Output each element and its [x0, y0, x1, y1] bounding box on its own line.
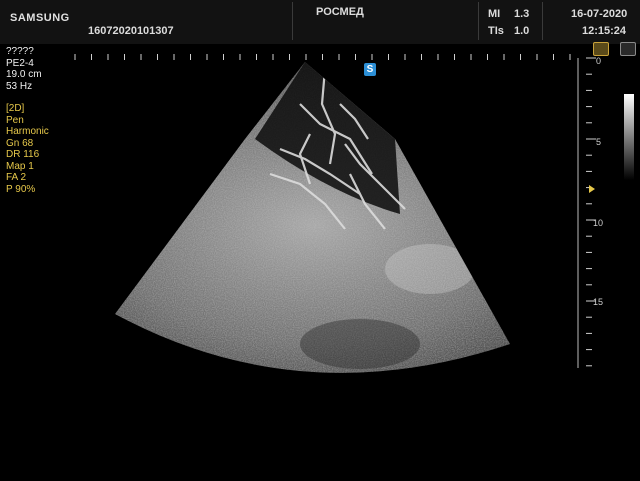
- header-divider: [542, 2, 543, 40]
- mi-value: 1.3: [514, 8, 530, 20]
- institution-name: РОСМЕД: [316, 6, 364, 18]
- orientation-marker: S: [364, 63, 376, 76]
- focus-marker: [589, 185, 595, 193]
- depth-label-15: 15: [593, 297, 603, 307]
- exam-date: 16-07-2020: [571, 8, 628, 20]
- header-divider: [292, 2, 293, 40]
- depth-scale: 0 5 10 15: [577, 56, 603, 368]
- depth-label-5: 5: [596, 137, 601, 147]
- brand-logo: SAMSUNG: [10, 12, 70, 24]
- ultrasound-image[interactable]: [0, 44, 570, 374]
- tis-label: TIs: [488, 25, 504, 37]
- mi-label: MI: [488, 8, 501, 20]
- tis-value: 1.0: [514, 25, 530, 37]
- exam-time: 12:15:24: [582, 25, 627, 37]
- depth-label-10: 10: [593, 218, 603, 228]
- patient-id: 16072020101307: [88, 25, 174, 37]
- depth-label-0: 0: [596, 56, 601, 66]
- grayscale-bar: [624, 94, 634, 180]
- header-divider: [478, 2, 479, 40]
